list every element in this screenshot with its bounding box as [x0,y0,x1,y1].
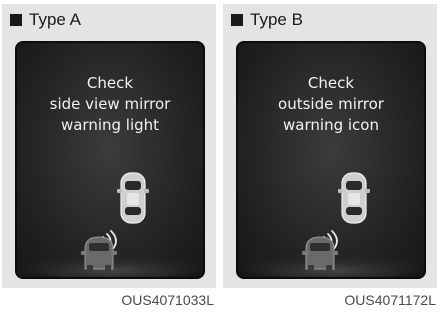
message-line-2: outside mirror [278,95,384,113]
message-line-2: side view mirror [49,95,171,113]
figure-code: OUS4071033L [121,292,214,308]
cluster-display: Check outside mirror warning icon [236,41,426,279]
type-label: Type B [250,10,303,29]
message-line-3: warning icon [283,116,379,134]
vehicle-rear-icon [302,236,338,273]
vehicle-front-icon [117,172,149,224]
vehicle-front-icon [338,172,370,224]
page: Type A Check side view mirror warning li… [0,0,440,314]
vehicle-scene [238,172,424,277]
square-bullet-icon [231,14,243,26]
panel-type-b: Type B Check outside mirror warning icon [223,4,437,288]
figure-code: OUS4071172L [344,292,436,308]
message-line-1: Check [86,74,134,92]
panel-type-a: Type A Check side view mirror warning li… [2,4,216,288]
panel-header: Type A [10,10,81,30]
message-line-3: warning light [60,116,160,134]
message-line-1: Check [307,74,355,92]
type-label: Type A [29,10,81,29]
cluster-display: Check side view mirror warning light [15,41,205,279]
vehicle-rear-icon [81,236,117,273]
panel-header: Type B [231,10,303,30]
square-bullet-icon [10,14,22,26]
vehicle-scene [17,172,203,277]
